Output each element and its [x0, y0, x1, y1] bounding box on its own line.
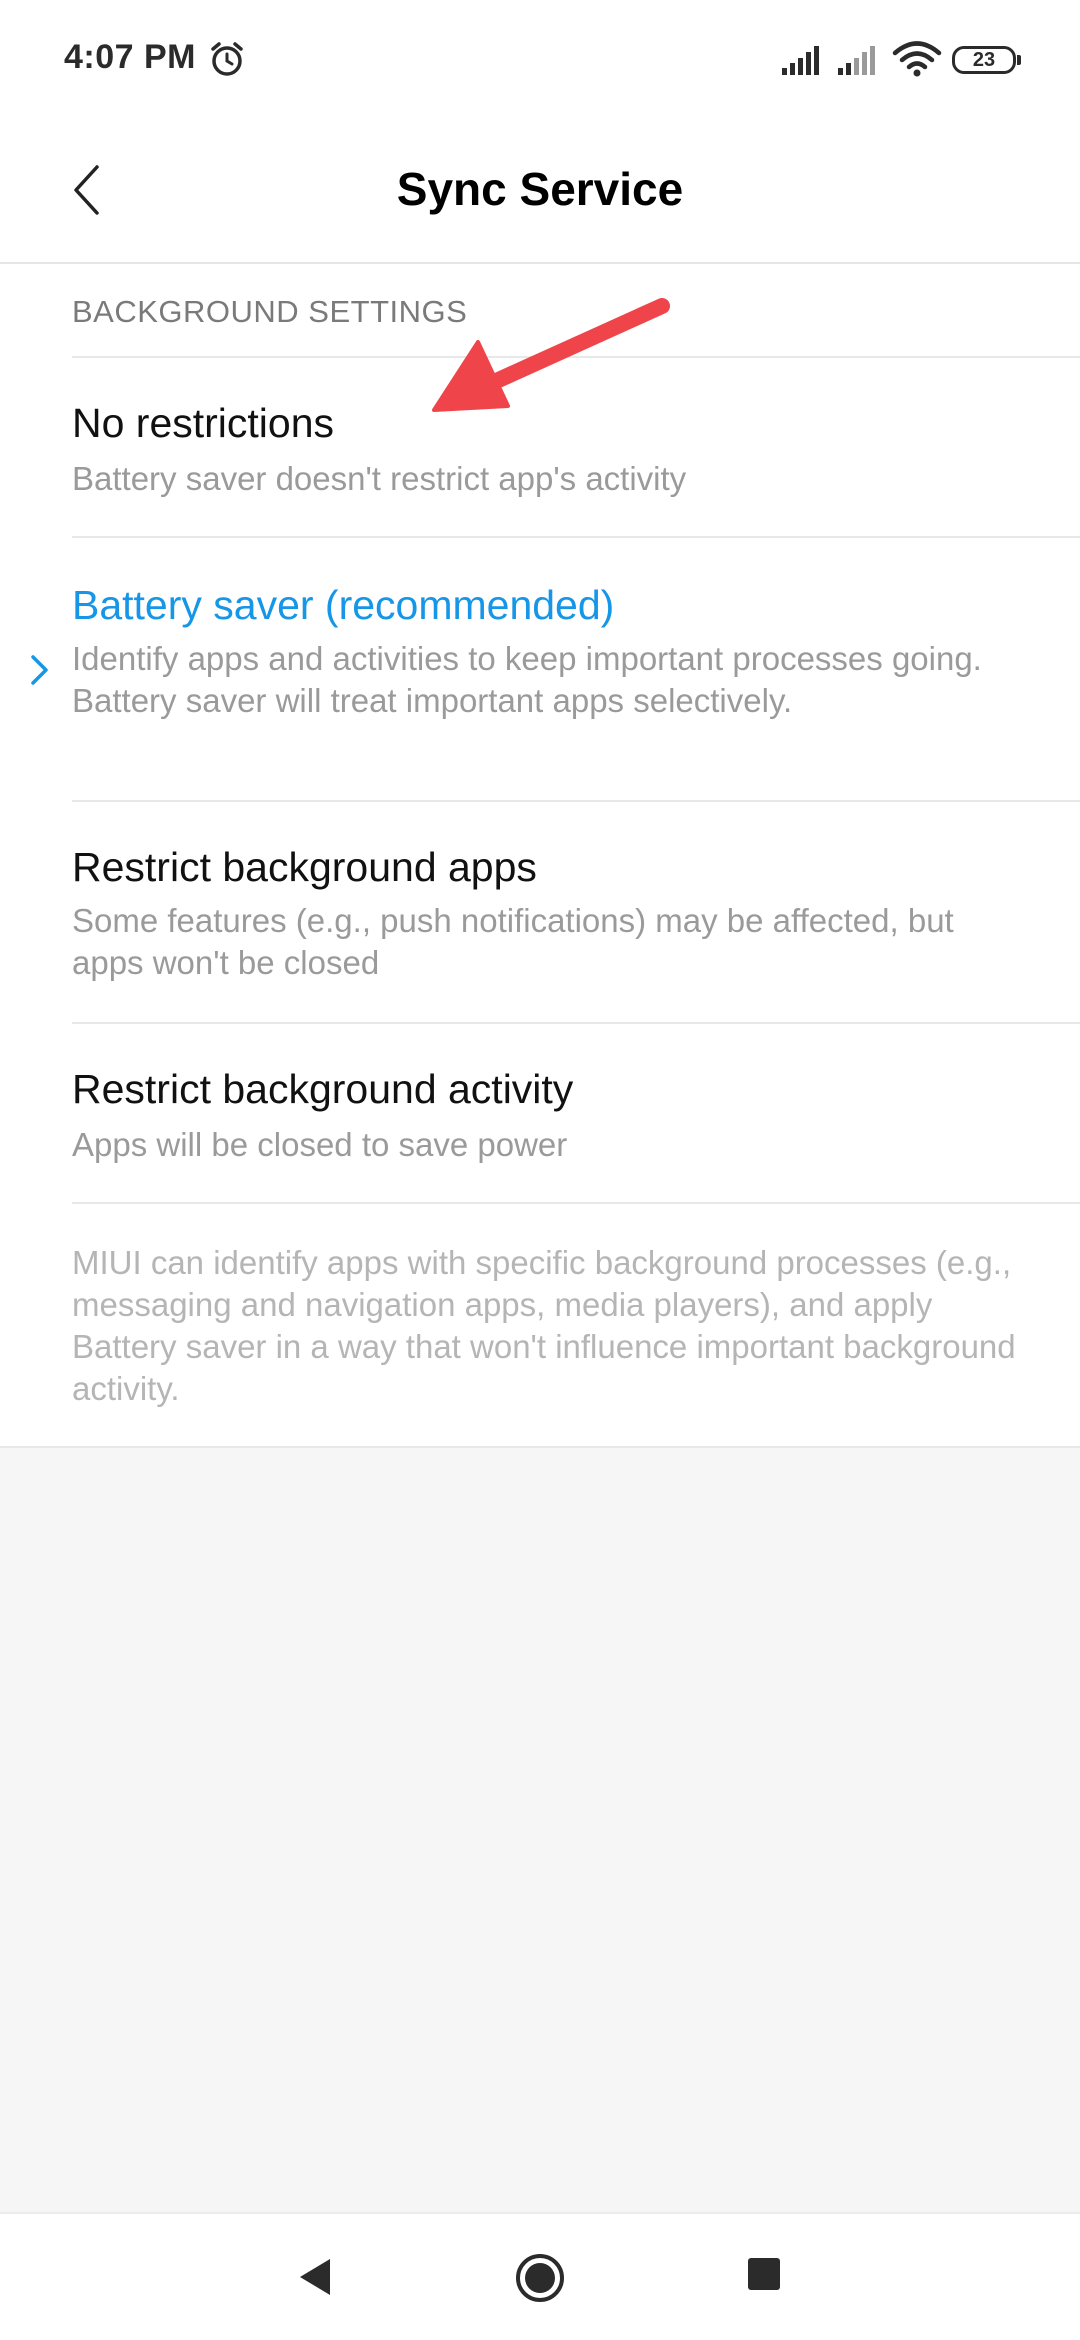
option-restrict-background-activity[interactable]: Restrict background activity Apps will b… [0, 1024, 1080, 1202]
option-description: Identify apps and activities to keep imp… [72, 640, 982, 719]
nav-home-icon[interactable] [514, 2252, 566, 2304]
battery-icon: 23 [952, 46, 1022, 76]
section-header: BACKGROUND SETTINGS [72, 294, 468, 329]
status-bar: 4:07 PM 23 [0, 0, 1080, 120]
option-description: Battery saver doesn't restrict app's act… [72, 460, 687, 497]
header: Sync Service [0, 120, 1080, 264]
divider [72, 1202, 1080, 1204]
option-title: Restrict background apps [72, 844, 537, 890]
nav-back-icon[interactable] [292, 2254, 338, 2300]
nav-recents-icon[interactable] [746, 2256, 782, 2292]
battery-tip [1017, 55, 1021, 65]
option-title: Restrict background activity [72, 1066, 574, 1112]
status-time: 4:07 PM [64, 38, 196, 76]
option-restrict-background-apps[interactable]: Restrict background apps Some features (… [0, 802, 1080, 1022]
signal-icon [782, 46, 819, 75]
page-title: Sync Service [396, 163, 684, 215]
signal-icon [838, 46, 875, 75]
option-description: Some features (e.g., push notifications)… [72, 902, 954, 981]
option-title: Battery saver (recommended) [72, 582, 615, 628]
wifi-icon [892, 41, 942, 77]
option-title: No restrictions [72, 400, 335, 446]
annotation-arrow-icon [432, 298, 670, 412]
battery-level: 23 [952, 46, 1016, 74]
selected-chevron-icon [31, 655, 48, 685]
option-battery-saver[interactable]: Battery saver (recommended) Identify app… [0, 538, 1080, 800]
alarm-icon [211, 42, 243, 76]
footer-note: MIUI can identify apps with specific bac… [72, 1244, 1016, 1407]
navigation-bar [0, 2212, 1080, 2340]
option-description: Apps will be closed to save power [72, 1126, 568, 1163]
